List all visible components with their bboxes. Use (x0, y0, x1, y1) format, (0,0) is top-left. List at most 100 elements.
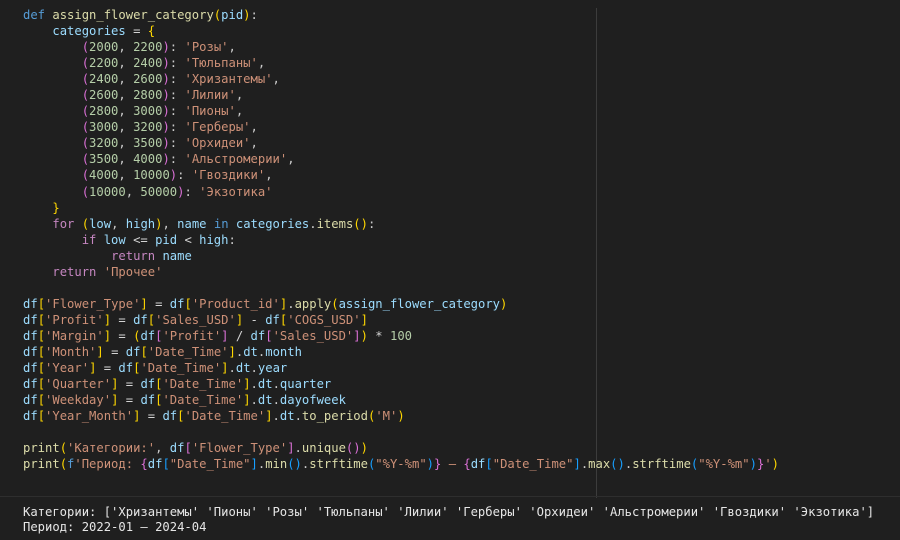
code-token: () (287, 457, 302, 472)
code-token: = (125, 24, 148, 39)
code-line[interactable]: df['Flower_Type'] = df['Product_id'].app… (23, 296, 900, 312)
code-token: df (23, 409, 38, 424)
code-line[interactable]: return name (23, 248, 900, 264)
code-line[interactable]: (4000, 10000): 'Гвоздики', (23, 167, 900, 183)
code-line[interactable]: (3500, 4000): 'Альстромерии', (23, 151, 900, 167)
code-token: ] (573, 457, 581, 472)
code-token: { (463, 457, 471, 472)
code-token: , (228, 40, 236, 55)
code-token: : (169, 120, 185, 135)
code-token: categories (52, 24, 126, 39)
code-line[interactable]: df['Month'] = df['Date_Time'].dt.month (23, 344, 900, 360)
code-token: . (272, 409, 280, 424)
code-token: , (162, 216, 178, 231)
code-line[interactable]: if low <= pid < high: (23, 232, 900, 248)
code-token: , (155, 441, 170, 456)
code-token: to_period (301, 409, 368, 424)
code-line[interactable]: df['Quarter'] = df['Date_Time'].dt.quart… (23, 376, 900, 392)
code-line[interactable]: (2200, 2400): 'Тюльпаны', (23, 55, 900, 71)
code-line[interactable]: print(f'Период: {df["Date_Time"].min().s… (23, 456, 900, 472)
code-token: 'Экзотика' (199, 184, 273, 199)
code-token: 'Альстромерии' (184, 152, 288, 167)
code-token: 'Период: (74, 457, 141, 472)
code-token: ) (162, 88, 170, 103)
code-token: [ (37, 296, 46, 311)
code-line[interactable]: print('Категории:', df['Flower_Type'].un… (23, 440, 900, 456)
code-line[interactable]: df['Margin'] = (df['Profit'] / df['Sales… (23, 328, 900, 344)
code-token: ) (162, 104, 170, 119)
code-line[interactable]: (10000, 50000): 'Экзотика' (23, 184, 900, 200)
code-token: / (228, 328, 251, 343)
code-token: ( (81, 40, 90, 55)
code-line[interactable]: df['Year_Month'] = df['Date_Time'].dt.to… (23, 408, 900, 424)
code-line[interactable]: return 'Прочее' (23, 264, 900, 280)
code-token: 2800 (89, 104, 119, 119)
code-token: = (111, 328, 134, 343)
code-token: quarter (279, 377, 332, 392)
code-line[interactable]: (3200, 3500): 'Орхидеи', (23, 135, 900, 151)
code-token: : (169, 152, 185, 167)
code-token: () (610, 457, 625, 472)
code-token: . (272, 393, 280, 408)
code-token: min (265, 457, 288, 472)
code-token: def (23, 8, 53, 22)
code-token: < (177, 232, 200, 247)
code-token: 3500 (133, 136, 163, 151)
code-token: df (250, 328, 266, 343)
code-token: , (118, 40, 134, 55)
code-line[interactable]: df['Weekday'] = df['Date_Time'].dt.dayof… (23, 392, 900, 408)
code-token: 'Хризантемы' (184, 72, 273, 87)
code-line[interactable]: } (23, 200, 900, 216)
code-line[interactable]: (2600, 2800): 'Лилии', (23, 87, 900, 103)
code-token: ] (353, 328, 361, 343)
code-line[interactable]: (2400, 2600): 'Хризантемы', (23, 71, 900, 87)
code-token: high (199, 232, 229, 247)
code-line[interactable]: (2800, 3000): 'Пионы', (23, 103, 900, 119)
code-token: ( (81, 136, 90, 151)
code-token: <= (125, 232, 156, 247)
code-token: 'Quarter' (45, 377, 112, 392)
code-token: , (235, 88, 244, 103)
code-token: ) (162, 72, 170, 87)
code-line[interactable]: df['Profit'] = df['Sales_USD'] - df['COG… (23, 312, 900, 328)
code-editor[interactable]: def assign_flower_category(pid): categor… (0, 0, 900, 498)
code-token: [ (37, 409, 46, 424)
code-line[interactable] (23, 280, 900, 296)
code-token: [ (485, 457, 493, 472)
code-line[interactable]: (2000, 2200): 'Розы', (23, 39, 900, 55)
code-token: df (23, 328, 38, 343)
code-cell[interactable]: def assign_flower_category(pid): categor… (23, 7, 900, 472)
code-token: ( (81, 216, 90, 231)
code-line[interactable]: df['Year'] = df['Date_Time'].dt.year (23, 360, 900, 376)
code-token: 'Flower_Type' (191, 441, 288, 456)
code-token: ] (228, 344, 236, 359)
code-line[interactable]: (3000, 3200): 'Герберы', (23, 119, 900, 135)
code-line[interactable] (23, 424, 900, 440)
code-token: 'Date_Time' (140, 361, 222, 376)
code-token: ) (360, 441, 368, 456)
code-line[interactable]: for (low, high), name in categories.item… (23, 216, 900, 232)
code-token: 'Sales_USD' (155, 312, 236, 327)
code-line[interactable]: categories = { (23, 23, 900, 39)
code-token: month (265, 344, 302, 359)
code-token: "%Y-%m" (698, 457, 750, 472)
code-token: df (265, 312, 280, 327)
code-token: ) (162, 136, 170, 151)
code-token: apply (294, 296, 332, 311)
code-token: ) (162, 152, 170, 167)
code-token: unique (301, 441, 346, 456)
code-token: ] (103, 328, 112, 343)
code-token: if (81, 232, 104, 247)
code-line[interactable]: def assign_flower_category(pid): (23, 7, 900, 23)
code-token: df (169, 296, 185, 311)
code-token: , (265, 168, 273, 183)
code-token: dt (279, 409, 295, 424)
code-token: , (118, 72, 134, 87)
code-token: = (118, 393, 141, 408)
code-token: () (353, 216, 368, 231)
code-token: return (52, 264, 104, 279)
code-token: in (206, 216, 236, 231)
code-token: , (118, 88, 134, 103)
